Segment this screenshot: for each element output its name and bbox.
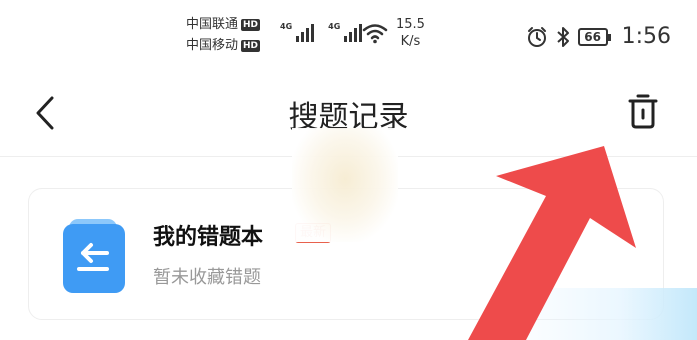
battery-icon: 66 bbox=[577, 27, 611, 46]
network-type-label: 4G bbox=[280, 22, 293, 31]
status-bar: 中国联通 HD 中国移动 HD 4G 4G 15.5 K/s 66 1:56 bbox=[0, 0, 697, 70]
clock: 1:56 bbox=[621, 24, 671, 49]
bluetooth-icon bbox=[556, 26, 569, 47]
signal-icon: 4G bbox=[328, 22, 363, 42]
carrier-2-label: 中国移动 bbox=[186, 38, 239, 53]
hd-badge: HD bbox=[241, 39, 261, 52]
blurred-region bbox=[292, 128, 398, 242]
card-title: 我的错题本 bbox=[153, 225, 264, 250]
signal-icon: 4G bbox=[280, 22, 315, 42]
hd-badge: HD bbox=[241, 18, 261, 31]
trash-icon[interactable] bbox=[625, 90, 661, 132]
system-status: 66 1:56 bbox=[526, 24, 671, 49]
speed-unit: K/s bbox=[400, 34, 421, 49]
signal-indicators: 4G 4G bbox=[280, 22, 363, 42]
network-speed: 15.5 K/s bbox=[396, 16, 425, 50]
speed-value: 15.5 bbox=[396, 17, 425, 32]
carrier-1-label: 中国联通 bbox=[186, 17, 239, 32]
wifi-icon bbox=[362, 24, 388, 44]
notebook-icon bbox=[63, 219, 125, 293]
carrier-info: 中国联通 HD 中国移动 HD bbox=[186, 14, 261, 56]
alarm-icon bbox=[527, 26, 546, 47]
network-type-label: 4G bbox=[328, 22, 341, 31]
card-subtitle: 暂未收藏错题 bbox=[153, 267, 261, 288]
watermark bbox=[505, 288, 697, 340]
